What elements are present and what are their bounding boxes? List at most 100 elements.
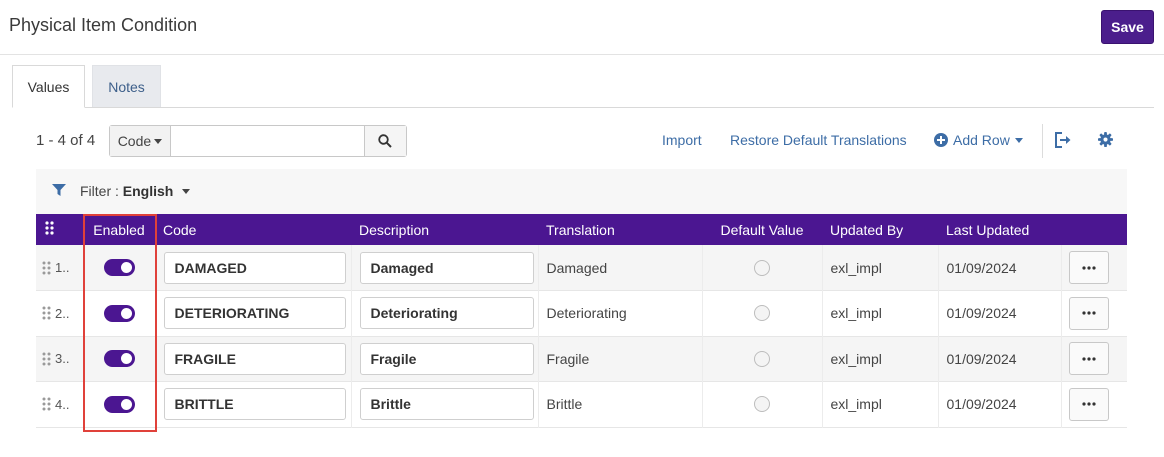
table-row: 1.. DAMAGED Damaged Damaged exl_impl 01/…	[36, 245, 1127, 291]
description-input[interactable]: Deteriorating	[359, 297, 534, 330]
caret-down-icon[interactable]	[181, 184, 191, 198]
code-input[interactable]: DAMAGED	[163, 251, 346, 284]
table-row: 2.. DETERIORATING Deteriorating Deterior…	[36, 290, 1127, 337]
enabled-cell	[83, 336, 156, 382]
column-header-enabled[interactable]: Enabled	[83, 214, 155, 245]
page-title: Physical Item Condition	[9, 15, 198, 35]
translation-cell: Brittle	[538, 381, 703, 427]
table-row: 4.. BRITTLE Brittle Brittle exl_impl 01/…	[36, 381, 1127, 427]
translation-cell: Deteriorating	[538, 290, 703, 336]
row-actions-button[interactable]	[1068, 342, 1109, 376]
export-icon[interactable]	[1054, 132, 1072, 148]
column-header-actions	[1061, 214, 1127, 245]
updated-by-cell: exl_impl	[822, 290, 939, 336]
enabled-cell	[83, 381, 156, 427]
save-button[interactable]: Save	[1101, 10, 1154, 44]
last-updated-cell: 01/09/2024	[938, 381, 1062, 427]
drag-header[interactable]	[36, 214, 83, 245]
actions-cell	[1061, 291, 1127, 337]
tab-values[interactable]: Values	[12, 65, 85, 108]
table-header: Enabled Code Description Translation Def…	[36, 214, 1127, 245]
row-number: 1..	[55, 260, 70, 275]
column-header-translation[interactable]: Translation	[538, 214, 702, 245]
code-input[interactable]: BRITTLE	[163, 388, 346, 421]
search-input[interactable]	[170, 126, 364, 156]
default-value-radio[interactable]	[754, 350, 770, 367]
filter-label: Filter : English	[80, 183, 173, 199]
updated-by-cell: exl_impl	[822, 245, 939, 291]
more-icon	[1081, 265, 1096, 270]
row-handle-cell: 4..	[36, 381, 84, 427]
enabled-toggle[interactable]	[103, 395, 135, 413]
search-field-select[interactable]: Code	[110, 126, 171, 156]
more-icon	[1081, 402, 1096, 406]
column-header-code[interactable]: Code	[155, 214, 351, 245]
code-cell: BRITTLE	[155, 381, 352, 427]
translation-cell: Fragile	[538, 336, 703, 382]
caret-down-icon	[154, 138, 163, 144]
last-updated-cell: 01/09/2024	[938, 336, 1062, 382]
search-button[interactable]	[363, 126, 406, 156]
description-input[interactable]: Damaged	[359, 251, 534, 284]
default-value-cell	[702, 381, 823, 427]
description-cell: Deteriorating	[351, 290, 539, 336]
values-table: Enabled Code Description Translation Def…	[36, 214, 1127, 428]
import-link[interactable]: Import	[662, 132, 702, 148]
drag-handle-icon	[45, 221, 54, 235]
gear-icon[interactable]	[1098, 132, 1113, 147]
enabled-toggle[interactable]	[103, 304, 135, 322]
code-input[interactable]: FRAGILE	[163, 342, 346, 375]
description-cell: Damaged	[351, 245, 539, 291]
tab-notes[interactable]: Notes	[92, 65, 161, 108]
add-row-button[interactable]: Add Row	[934, 132, 1023, 148]
default-value-cell	[702, 290, 823, 336]
last-updated-cell: 01/09/2024	[938, 290, 1062, 336]
search-bar: Code	[109, 125, 407, 157]
code-cell: DETERIORATING	[155, 290, 352, 336]
description-cell: Fragile	[351, 336, 539, 382]
filter-language[interactable]: English	[123, 183, 174, 199]
updated-by-cell: exl_impl	[822, 381, 939, 427]
row-actions-button[interactable]	[1068, 296, 1109, 330]
row-number: 4..	[55, 396, 70, 412]
row-actions-button[interactable]	[1068, 387, 1109, 421]
restore-default-translations-link[interactable]: Restore Default Translations	[730, 132, 907, 148]
description-input[interactable]: Brittle	[359, 388, 534, 421]
actions-cell	[1061, 245, 1127, 291]
updated-by-cell: exl_impl	[822, 336, 939, 382]
drag-handle-icon[interactable]	[42, 261, 51, 275]
default-value-radio[interactable]	[754, 396, 770, 413]
description-input[interactable]: Fragile	[359, 342, 534, 375]
table-row: 3.. FRAGILE Fragile Fragile exl_impl 01/…	[36, 336, 1127, 382]
row-actions-button[interactable]	[1068, 251, 1109, 284]
default-value-radio[interactable]	[754, 259, 770, 276]
code-cell: DAMAGED	[155, 245, 352, 291]
translation-cell: Damaged	[538, 245, 703, 291]
code-input[interactable]: DETERIORATING	[163, 297, 346, 330]
plus-circle-icon	[934, 133, 948, 147]
drag-handle-icon[interactable]	[42, 306, 51, 320]
actions-cell	[1061, 336, 1127, 382]
default-value-cell	[702, 245, 823, 291]
column-header-last-updated[interactable]: Last Updated	[938, 214, 1061, 245]
filter-icon	[52, 184, 66, 196]
column-header-default-value[interactable]: Default Value	[702, 214, 822, 245]
column-header-updated-by[interactable]: Updated By	[822, 214, 938, 245]
default-value-radio[interactable]	[754, 305, 770, 322]
enabled-toggle[interactable]	[103, 350, 135, 368]
default-value-cell	[702, 336, 823, 382]
results-count: 1 - 4 of 4	[36, 132, 96, 149]
enabled-toggle[interactable]	[103, 259, 135, 276]
toolbar-divider	[1042, 124, 1043, 158]
enabled-cell	[83, 290, 156, 336]
drag-handle-icon[interactable]	[42, 352, 51, 366]
filter-text: Filter :	[80, 183, 119, 199]
row-number: 3..	[55, 351, 70, 367]
search-field-label: Code	[117, 133, 152, 149]
enabled-cell	[83, 245, 156, 291]
column-header-description[interactable]: Description	[351, 214, 538, 245]
row-handle-cell: 2..	[36, 290, 84, 336]
more-icon	[1081, 357, 1096, 361]
row-handle-cell: 3..	[36, 336, 84, 382]
drag-handle-icon[interactable]	[42, 397, 51, 411]
